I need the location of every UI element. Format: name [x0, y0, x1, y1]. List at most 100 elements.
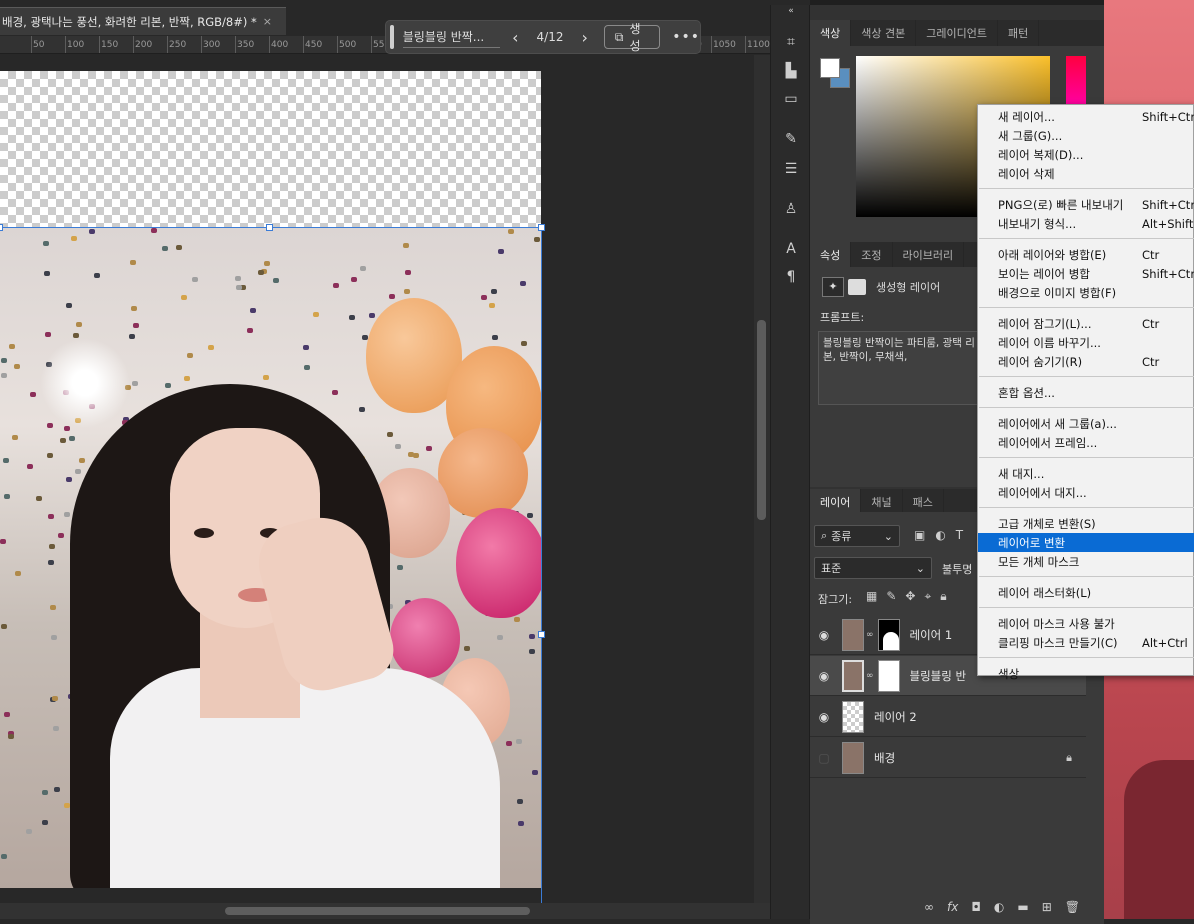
transform-handle[interactable] [0, 224, 3, 231]
menu-item[interactable]: 클리핑 마스크 만들기(C) Alt+Ctrl [978, 633, 1194, 652]
menu-item[interactable]: 레이어로 변환 [978, 533, 1194, 552]
menu-item-label: 레이어로 변환 [998, 535, 1066, 550]
more-options-button[interactable]: ••• [672, 29, 700, 45]
tab-swatches[interactable]: 색상 견본 [851, 20, 917, 46]
document-tab[interactable]: 배경, 광택나는 풍선, 화려한 리본, 반짝, RGB/8#) * × [0, 7, 286, 35]
vertical-scroll-thumb[interactable] [757, 320, 766, 520]
menu-item[interactable]: 레이어 이름 바꾸기... [978, 333, 1194, 352]
menu-item[interactable]: 모든 개체 마스크 [978, 552, 1194, 571]
brush-settings-icon[interactable]: ✎ [780, 129, 802, 149]
menu-item-shortcut: Shift+Ctr [1142, 266, 1194, 281]
filter-kind-label: 종류 [831, 530, 852, 543]
confetti-piece [192, 277, 198, 282]
menu-item-label: 레이어 마스크 사용 불가 [998, 616, 1115, 631]
menu-item[interactable]: 보이는 레이어 병합 Shift+Ctr [978, 264, 1194, 283]
confetti-piece [51, 635, 57, 640]
lock-options-icons[interactable]: ▦✎✥⌖🔒︎ [866, 589, 956, 604]
menu-item[interactable]: 레이어 래스터화(L) [978, 583, 1194, 602]
plugin-icon[interactable]: ▙ [780, 61, 802, 81]
clone-source-icon[interactable]: ♙ [780, 199, 802, 219]
eye-icon[interactable]: ◉ [810, 628, 838, 642]
confetti-piece [489, 303, 495, 308]
new-group-icon[interactable]: ▬ [1017, 900, 1028, 914]
eye-hidden-icon[interactable]: ▢ [810, 751, 838, 765]
prompt-field[interactable]: 블링블링 반짝... [402, 26, 501, 48]
horizontal-scroll-thumb[interactable] [225, 907, 530, 915]
canvas-area[interactable] [0, 55, 754, 905]
tab-color[interactable]: 색상 [810, 20, 852, 46]
layers-bottom-bar: ∞ fx ◘ ◐ ▬ ⊞ 🗑︎ [810, 895, 1104, 919]
confetti-piece [75, 469, 81, 474]
chevron-down-icon: ⌄ [915, 561, 925, 575]
comments-icon[interactable]: ▭ [780, 89, 802, 109]
menu-item[interactable]: 레이어에서 대지... [978, 483, 1194, 502]
paragraph-icon[interactable]: ¶ [780, 267, 802, 287]
confetti-piece [45, 332, 51, 337]
next-variation-button[interactable]: › [581, 28, 587, 47]
blend-mode-dropdown[interactable]: 표준 ⌄ [814, 557, 932, 579]
character-icon[interactable]: A [780, 239, 802, 259]
menu-item[interactable]: 레이어 잠그기(L)... Ctr [978, 314, 1194, 333]
shirt-shape [110, 668, 500, 888]
layer-mask-thumbnail[interactable] [877, 618, 900, 651]
adjustment-layer-icon[interactable]: ◐ [994, 900, 1004, 914]
menu-item[interactable]: 레이어 복제(D)... [978, 145, 1194, 164]
menu-item[interactable]: PNG으(로) 빠른 내보내기 Shift+Ctr [978, 195, 1194, 214]
confetti-piece [235, 276, 241, 281]
tab-gradients[interactable]: 그레이디언트 [916, 20, 998, 46]
menu-item[interactable]: 레이어 숨기기(R) Ctr [978, 352, 1194, 371]
ruler-tick-line [337, 36, 338, 53]
ruler-tick-label: 250 [169, 40, 187, 50]
prompt-textarea[interactable]: 블링블링 반짝이는 파티룸, 광택 리본, 반짝이, 무채색, [818, 331, 984, 405]
filter-icons[interactable]: ▣◐T [914, 528, 973, 542]
close-tab-icon[interactable]: × [263, 15, 272, 28]
menu-item[interactable]: 고급 개체로 변환(S) [978, 514, 1194, 533]
previous-variation-button[interactable]: ‹ [512, 28, 518, 47]
menu-item[interactable]: 레이어 마스크 사용 불가 [978, 614, 1194, 633]
ruler-tick-label: 150 [101, 40, 119, 50]
confetti-piece [14, 364, 20, 369]
transform-handle[interactable] [266, 224, 273, 231]
tab-adjustments[interactable]: 조정 [851, 242, 893, 268]
tab-libraries[interactable]: 라이브러리 [893, 242, 965, 268]
add-mask-icon[interactable]: ◘ [971, 900, 981, 914]
transform-handle[interactable] [538, 631, 545, 638]
tab-patterns[interactable]: 패턴 [998, 20, 1040, 46]
collapse-chevron-icon[interactable]: « [780, 5, 802, 17]
layer-mask-thumbnail[interactable] [877, 659, 900, 692]
drag-grip-icon[interactable] [390, 25, 394, 49]
confetti-piece [42, 820, 48, 825]
menu-item[interactable]: 내보내기 형식... Alt+Shift+Ctr [978, 214, 1194, 233]
layer-name: 블링블링 반 [909, 668, 967, 683]
menu-item[interactable]: 배경으로 이미지 병합(F) [978, 283, 1194, 302]
menu-item[interactable]: 아래 레이어와 병합(E) Ctr [978, 245, 1194, 264]
eye-icon[interactable]: ◉ [810, 710, 838, 724]
confetti-piece [518, 821, 524, 826]
fx-icon[interactable]: fx [947, 900, 958, 914]
layer-type-label: 생성형 레이어 [876, 281, 941, 294]
menu-item[interactable]: 레이어에서 새 그룹(a)... [978, 414, 1194, 433]
menu-item[interactable]: 새 레이어... Shift+Ctrl [978, 107, 1194, 126]
foreground-color-swatch[interactable] [820, 58, 840, 78]
history-icon[interactable]: ⌗ [780, 32, 802, 52]
menu-item[interactable]: 새 그룹(G)... [978, 126, 1194, 145]
filter-kind-dropdown[interactable]: ⌕ 종류 ⌄ [814, 525, 900, 547]
trash-icon[interactable]: 🗑︎ [1065, 900, 1080, 914]
menu-item[interactable]: 레이어에서 프레임... [978, 433, 1194, 452]
adjustments-icon[interactable]: ☰ [780, 159, 802, 179]
menu-item[interactable]: 색상 [978, 664, 1194, 683]
generate-button[interactable]: ⧉ 생성 [603, 22, 661, 53]
eye-icon[interactable]: ◉ [810, 669, 838, 683]
tab-properties[interactable]: 속성 [810, 242, 852, 268]
layer-row[interactable]: ▢ 배경 🔒︎ [810, 738, 1086, 778]
transform-handle[interactable] [538, 224, 545, 231]
balloon [438, 428, 528, 518]
menu-item[interactable]: 레이어 삭제 [978, 164, 1194, 183]
confetti-piece [464, 646, 470, 651]
eye-shape [194, 528, 214, 538]
menu-item[interactable]: 새 대지... [978, 464, 1194, 483]
layer-row[interactable]: ◉ 레이어 2 [810, 697, 1086, 737]
link-layers-icon[interactable]: ∞ [924, 900, 934, 914]
menu-item[interactable]: 혼합 옵션... [978, 383, 1194, 402]
new-layer-icon[interactable]: ⊞ [1042, 900, 1052, 914]
